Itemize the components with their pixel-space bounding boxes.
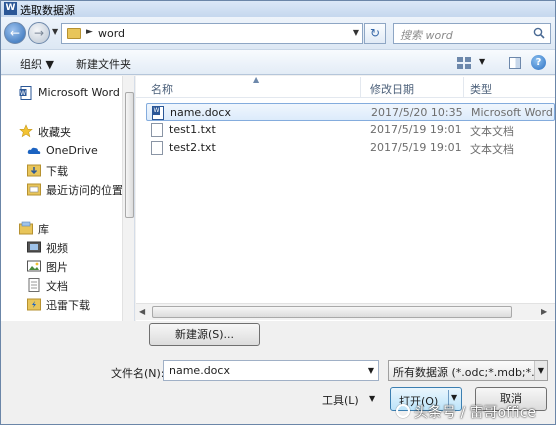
view-options-icon[interactable]	[457, 57, 471, 69]
title-bar: W 选取数据源	[1, 1, 555, 17]
document-icon	[28, 278, 40, 292]
back-button[interactable]: ←	[4, 22, 26, 44]
filename-input[interactable]: name.docx ▼	[163, 360, 379, 381]
sidebar-item-documents[interactable]: 文档	[1, 276, 121, 294]
text-file-icon	[151, 123, 163, 137]
picture-icon	[27, 260, 41, 272]
open-dropdown-icon[interactable]: ▼	[451, 393, 457, 402]
word-icon: W	[4, 2, 17, 15]
sort-ascending-icon: ▲	[253, 75, 260, 84]
search-icon[interactable]	[533, 27, 545, 39]
file-date: 2017/5/20 10:35	[371, 106, 463, 119]
sidebar-item-downloads[interactable]: 下载	[1, 161, 121, 179]
video-icon	[27, 241, 41, 253]
file-name: test2.txt	[169, 141, 216, 154]
column-header-name[interactable]: 名称	[151, 81, 173, 97]
word-doc-icon: W	[19, 86, 32, 100]
file-name: test1.txt	[169, 123, 216, 136]
star-icon	[19, 124, 33, 138]
scrollbar-thumb[interactable]	[152, 306, 512, 318]
sidebar-item-label: 文档	[46, 280, 68, 293]
filename-dropdown-icon[interactable]: ▼	[368, 366, 374, 375]
search-placeholder: 搜索 word	[400, 29, 453, 42]
sidebar-item-label: 最近访问的位置	[46, 184, 123, 197]
folder-icon	[67, 28, 81, 39]
tools-button[interactable]: 工具(L)	[322, 392, 359, 408]
refresh-button[interactable]: ↻	[364, 23, 386, 44]
dialog-window: W 选取数据源 ← → ▼ ► word ▼ ↻ 搜索 word 组织 ▼ 新建…	[0, 0, 556, 425]
search-input[interactable]: 搜索 word	[393, 23, 551, 44]
sidebar-item-videos[interactable]: 视频	[1, 238, 121, 256]
address-dropdown-icon[interactable]: ▼	[353, 28, 359, 37]
sidebar-item-favorites[interactable]: 收藏夹	[1, 122, 121, 140]
new-source-button[interactable]: 新建源(S)...	[149, 323, 260, 346]
filename-value[interactable]: name.docx	[169, 364, 230, 377]
command-toolbar: 组织 ▼ 新建文件夹 ▼ ?	[1, 49, 555, 75]
sidebar-item-label: OneDrive	[46, 144, 98, 157]
sidebar-item-onedrive[interactable]: OneDrive	[1, 142, 121, 160]
text-file-icon	[151, 141, 163, 155]
sidebar-item-recent-places[interactable]: 最近访问的位置	[1, 180, 123, 198]
sidebar-item-label: Microsoft Word	[38, 86, 120, 99]
file-date: 2017/5/19 19:01	[370, 123, 462, 136]
file-row[interactable]: test2.txt 2017/5/19 19:01 文本文档	[146, 139, 555, 157]
library-icon	[19, 221, 33, 235]
file-type: 文本文档	[470, 125, 514, 138]
tools-dropdown-icon[interactable]: ▼	[369, 394, 375, 403]
sidebar-item-label: 视频	[46, 242, 68, 255]
download-folder-icon	[27, 164, 41, 177]
filter-value: 所有数据源 (*.odc;*.mdb;*.md	[393, 366, 548, 379]
filename-label: 文件名(N):	[111, 367, 165, 380]
horizontal-scrollbar[interactable]: ◀ ▶	[136, 303, 555, 320]
scroll-right-arrow-icon[interactable]: ▶	[541, 307, 547, 316]
cloud-icon	[27, 147, 41, 154]
address-bar[interactable]: ► word ▼	[61, 23, 363, 44]
navigation-bar: ← → ▼ ► word ▼ ↻ 搜索 word	[1, 17, 555, 49]
watermark-text: 头条号 / 雷哥office	[414, 405, 537, 421]
sidebar-item-label: 收藏夹	[38, 126, 71, 139]
sidebar-item-label: 下载	[46, 165, 68, 178]
sidebar-item-libraries[interactable]: 库	[1, 219, 121, 237]
recent-places-icon	[27, 183, 41, 196]
sidebar-item-label: 迅雷下载	[46, 299, 90, 312]
organize-button[interactable]: 组织 ▼	[20, 56, 54, 72]
word-doc-icon	[152, 106, 164, 120]
scroll-left-arrow-icon[interactable]: ◀	[139, 307, 145, 316]
svg-text:W: W	[20, 90, 26, 97]
column-header-row: ▲ 名称 修改日期 类型	[136, 75, 555, 98]
recent-pages-dropdown-icon[interactable]: ▼	[52, 27, 58, 36]
sidebar-item-thunder-downloads[interactable]: 迅雷下载	[1, 295, 121, 313]
file-row-selected[interactable]: name.docx 2017/5/20 10:35 Microsoft Word…	[146, 103, 556, 121]
file-date: 2017/5/19 19:01	[370, 141, 462, 154]
file-type: 文本文档	[470, 143, 514, 156]
file-name: name.docx	[170, 106, 231, 119]
navigation-scrollbar[interactable]	[122, 76, 134, 321]
sidebar-item-pictures[interactable]: 图片	[1, 257, 121, 275]
sidebar-item-microsoft-word[interactable]: W Microsoft Word	[1, 84, 121, 102]
file-row[interactable]: test1.txt 2017/5/19 19:01 文本文档	[146, 121, 555, 139]
watermark-logo-icon	[396, 404, 410, 418]
file-type: Microsoft Word ...	[471, 106, 556, 119]
sidebar-item-label: 库	[38, 223, 49, 236]
new-folder-button[interactable]: 新建文件夹	[76, 56, 131, 72]
column-divider[interactable]	[463, 77, 464, 97]
column-divider[interactable]	[360, 77, 361, 97]
preview-pane-icon[interactable]	[509, 57, 521, 69]
scrollbar-thumb[interactable]	[125, 92, 134, 218]
help-icon[interactable]: ?	[531, 55, 546, 70]
column-header-type[interactable]: 类型	[470, 81, 492, 97]
breadcrumb-arrow-icon[interactable]: ►	[86, 27, 93, 37]
file-list-pane: ▲ 名称 修改日期 类型 name.docx 2017/5/20 10:35 M…	[136, 75, 556, 321]
file-type-filter-select[interactable]: 所有数据源 (*.odc;*.mdb;*.md ▼	[388, 360, 548, 381]
chevron-down-icon[interactable]: ▼	[534, 361, 547, 380]
column-header-date[interactable]: 修改日期	[370, 81, 414, 97]
window-title: 选取数据源	[20, 4, 75, 17]
address-path[interactable]: word	[98, 27, 125, 40]
thunder-download-icon	[27, 298, 41, 311]
forward-button[interactable]: →	[28, 22, 50, 44]
sidebar-item-label: 图片	[46, 261, 68, 274]
navigation-pane: W Microsoft Word 收藏夹 OneDrive 下载 最近访问的位置…	[1, 76, 135, 321]
view-dropdown-icon[interactable]: ▼	[479, 57, 485, 66]
